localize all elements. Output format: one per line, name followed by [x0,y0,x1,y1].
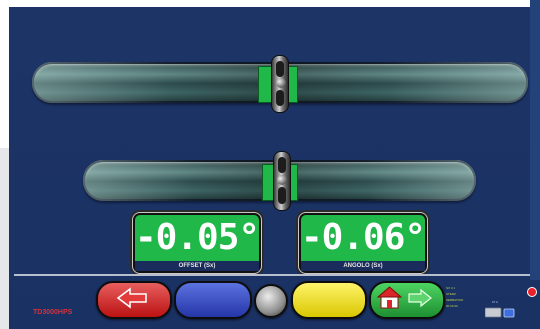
blue-function-button[interactable] [174,281,252,319]
angle-readout: -0.06° ANGOLO (Sx) [301,215,426,271]
info-line-2: STERZ [446,292,456,296]
arrow-right-icon [408,288,432,308]
toolbar-divider [14,274,530,276]
arrow-left-icon [116,287,147,309]
device-icon [485,307,515,318]
angle-gauge-pointer [277,175,287,185]
info-line-4: 00 00 00 [446,304,458,308]
offset-label: OFFSET (Sx) [135,261,259,271]
offset-readout: -0.05° OFFSET (Sx) [135,215,260,271]
status-indicator [527,287,537,297]
edge-panel [530,0,540,280]
back-button[interactable] [96,281,172,319]
home-button[interactable] [369,281,445,319]
device-model-label: TD3000HPS [33,309,73,316]
info-line-1: SX 4 1 [446,286,456,290]
home-icon [376,286,403,309]
offset-value: -0.05° [135,217,260,258]
offset-gauge-pointer [276,78,286,88]
side-panel [0,148,9,329]
angle-label: ANGOLO (Sx) [301,261,425,271]
info-line-3: SERBATOIO [446,298,464,302]
small-device-label: 97 A [492,300,499,304]
center-round-button[interactable] [254,284,288,318]
angle-value: -0.06° [301,217,426,258]
yellow-function-button[interactable] [291,281,367,319]
